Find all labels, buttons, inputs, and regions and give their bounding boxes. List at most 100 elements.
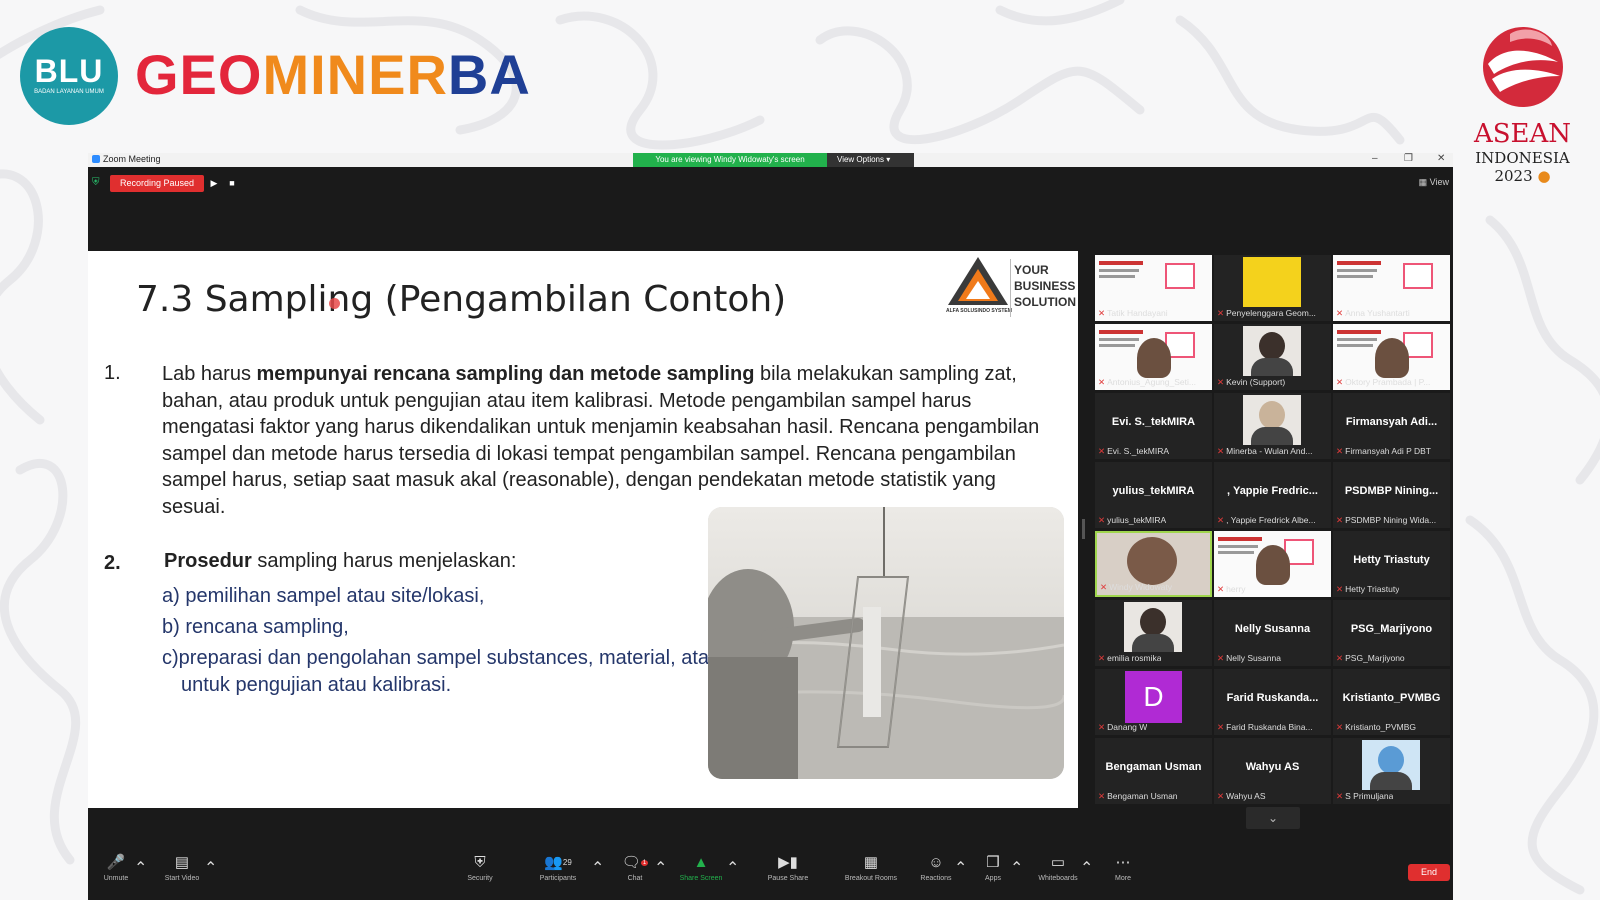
unmute-button[interactable]: 🎤 Unmute bbox=[96, 854, 136, 882]
reactions-button[interactable]: ☺ Reactions bbox=[914, 854, 958, 882]
apps-button[interactable]: ❒ Apps bbox=[978, 854, 1008, 882]
participant-tile[interactable]: PSDMBP Nining... ✕ PSDMBP Nining Wida... bbox=[1333, 462, 1450, 528]
muted-mic-icon: ✕ bbox=[1336, 653, 1344, 663]
participant-video bbox=[1137, 338, 1171, 378]
participant-tile[interactable]: ✕ Oktory Prambada | P... bbox=[1333, 324, 1450, 390]
blu-logo: BLU BADAN LAYANAN UMUM bbox=[20, 27, 118, 125]
logo-divider bbox=[1010, 259, 1011, 317]
share-screen-button[interactable]: ▲ Share Screen bbox=[674, 854, 728, 882]
participant-tile[interactable]: Nelly Susanna ✕ Nelly Susanna bbox=[1214, 600, 1331, 666]
participant-tile[interactable]: PSG_Marjiyono ✕ PSG_Marjiyono bbox=[1333, 600, 1450, 666]
participant-display-name: Kristianto_PVMBG bbox=[1342, 692, 1441, 704]
participant-tile[interactable]: , Yappie Fredric... ✕, Yappie Fredrick Al… bbox=[1214, 462, 1331, 528]
participants-button[interactable]: 👥29 Participants bbox=[528, 854, 588, 882]
participant-tile[interactable]: Hetty Triastuty ✕ Hetty Triastuty bbox=[1333, 531, 1450, 597]
participant-name-label: ✕ Wahyu AS bbox=[1217, 791, 1266, 801]
participant-tile[interactable]: ✕ Antonius_Agung_Seti... bbox=[1095, 324, 1212, 390]
item-number: 1. bbox=[104, 362, 121, 384]
pause-share-button[interactable]: ▶▮ Pause Share bbox=[763, 854, 813, 882]
security-button[interactable]: ⛨ Security bbox=[460, 854, 500, 882]
muted-mic-icon: ✕ bbox=[1217, 308, 1225, 318]
zoom-titlebar: Zoom Meeting You are viewing Windy Widow… bbox=[88, 153, 1453, 167]
reactions-icon: ☺ bbox=[928, 854, 944, 871]
item1-paragraph: Lab harus mempunyai rencana sampling dan… bbox=[162, 363, 1040, 518]
asean-emblem-icon bbox=[1482, 27, 1563, 107]
muted-mic-icon: ✕ bbox=[1217, 515, 1225, 525]
more-button[interactable]: ⋯ More bbox=[1108, 854, 1138, 882]
brand-part-miner: MINER bbox=[262, 43, 448, 106]
slide-title: 7.3 Sampling (Pengambilan Contoh) bbox=[136, 279, 787, 320]
grid-view-icon: ▦ bbox=[1418, 177, 1428, 187]
participant-tile[interactable]: Farid Ruskanda... ✕ Farid Ruskanda Bina... bbox=[1214, 669, 1331, 735]
restore-icon[interactable]: ❐ bbox=[1404, 153, 1413, 164]
participant-name-label: ✕ Windy Widowaty bbox=[1100, 582, 1172, 592]
participant-display-name: PSDMBP Nining... bbox=[1344, 485, 1439, 497]
video-options-caret-icon[interactable]: ⌃ bbox=[204, 858, 217, 878]
participant-tile[interactable]: ✕ emilia rosmika bbox=[1095, 600, 1212, 666]
participant-image bbox=[1243, 326, 1301, 376]
participant-tile[interactable]: ✕ Anna Yushantarti bbox=[1333, 255, 1450, 321]
participant-tile[interactable]: Wahyu AS ✕ Wahyu AS bbox=[1214, 738, 1331, 804]
apps-icon: ❒ bbox=[986, 854, 1000, 871]
close-icon[interactable]: ✕ bbox=[1437, 153, 1445, 164]
muted-mic-icon: ✕ bbox=[1336, 308, 1344, 318]
zoom-window: Zoom Meeting You are viewing Windy Widow… bbox=[88, 153, 1453, 900]
logo-company-name: ALFA SOLUSINDO SYSTEM bbox=[946, 308, 1012, 314]
reactions-caret-icon[interactable]: ⌃ bbox=[954, 858, 967, 878]
chat-button[interactable]: 🗨 1 Chat bbox=[620, 854, 650, 882]
muted-mic-icon: ✕ bbox=[1098, 791, 1106, 801]
participant-display-name: Wahyu AS bbox=[1245, 761, 1300, 773]
participant-tile[interactable]: yulius_tekMIRA ✕ yulius_tekMIRA bbox=[1095, 462, 1212, 528]
participant-tile[interactable]: ✕ Windy Widowaty bbox=[1095, 531, 1212, 597]
chat-caret-icon[interactable]: ⌃ bbox=[654, 858, 667, 878]
blu-logo-text: BLU bbox=[34, 53, 104, 89]
participant-tile[interactable]: Firmansyah Adi... ✕ Firmansyah Adi P DBT bbox=[1333, 393, 1450, 459]
participant-tile[interactable]: D ✕ Danang W bbox=[1095, 669, 1212, 735]
participant-tile[interactable]: ✕ Penyelenggara Geom... bbox=[1214, 255, 1331, 321]
avatar: D bbox=[1125, 671, 1182, 723]
audio-options-caret-icon[interactable]: ⌃ bbox=[134, 858, 147, 878]
whiteboards-caret-icon[interactable]: ⌃ bbox=[1080, 858, 1093, 878]
people-icon: 👥 bbox=[544, 854, 563, 871]
participant-tile[interactable]: Bengaman Usman ✕ Bengaman Usman bbox=[1095, 738, 1212, 804]
participant-tile[interactable]: ✕ Kevin (Support) bbox=[1214, 324, 1331, 390]
whiteboards-button[interactable]: ▭ Whiteboards bbox=[1030, 854, 1086, 882]
participant-tile[interactable]: ✕ Tatik Handayani bbox=[1095, 255, 1212, 321]
participant-name-label: ✕ Penyelenggara Geom... bbox=[1217, 308, 1316, 318]
participant-video bbox=[1256, 545, 1290, 585]
participant-name-label: ✕ yulius_tekMIRA bbox=[1098, 515, 1167, 525]
participant-name-label: ✕ herry bbox=[1217, 584, 1246, 594]
participant-display-name: Evi. S._tekMIRA bbox=[1111, 416, 1196, 428]
muted-mic-icon: 🎤 bbox=[106, 854, 126, 871]
apps-caret-icon[interactable]: ⌃ bbox=[1010, 858, 1023, 878]
shield-icon: ⛨ bbox=[474, 854, 486, 871]
muted-mic-icon: ✕ bbox=[1100, 582, 1108, 592]
view-options-button[interactable]: View Options ▾ bbox=[827, 153, 914, 167]
gallery-scroll-down-button[interactable]: ⌄ bbox=[1246, 807, 1300, 829]
resume-recording-icon[interactable]: ▶ bbox=[206, 175, 222, 192]
participant-tile[interactable]: ✕ S Primuljana bbox=[1333, 738, 1450, 804]
participant-tile[interactable]: ✕ Minerba - Wulan And... bbox=[1214, 393, 1331, 459]
gallery-resize-handle[interactable] bbox=[1082, 519, 1085, 539]
breakout-rooms-button[interactable]: ▦ Breakout Rooms bbox=[836, 854, 906, 882]
participant-tile[interactable]: ✕ herry bbox=[1214, 531, 1331, 597]
window-title: Zoom Meeting bbox=[92, 154, 161, 164]
muted-mic-icon: ✕ bbox=[1336, 446, 1344, 456]
participant-name-label: ✕ Kevin (Support) bbox=[1217, 377, 1286, 387]
participants-caret-icon[interactable]: ⌃ bbox=[591, 858, 604, 878]
participant-image bbox=[1243, 257, 1301, 307]
stop-recording-icon[interactable]: ■ bbox=[224, 175, 240, 192]
sampling-photo bbox=[708, 507, 1064, 779]
participant-name-label: ✕ Firmansyah Adi P DBT bbox=[1336, 446, 1431, 456]
participant-tile[interactable]: Kristianto_PVMBG ✕ Kristianto_PVMBG bbox=[1333, 669, 1450, 735]
share-caret-icon[interactable]: ⌃ bbox=[726, 858, 739, 878]
start-video-button[interactable]: ▤ Start Video bbox=[158, 854, 206, 882]
recording-bar: ⛨ Recording Paused ▶ ■ ▦ View bbox=[88, 167, 1453, 197]
sub-item-b: b) rencana sampling, bbox=[162, 616, 349, 638]
minimize-icon[interactable]: – bbox=[1372, 153, 1378, 164]
participant-tile[interactable]: Evi. S._tekMIRA ✕ Evi. S._tekMIRA bbox=[1095, 393, 1212, 459]
view-button[interactable]: ▦ View bbox=[1419, 177, 1449, 188]
item-number: 2. bbox=[104, 552, 121, 574]
alfa-company-logo: ALFA SOLUSINDO SYSTEM YOUR BUSINESS SOLU… bbox=[946, 255, 1076, 317]
end-meeting-button[interactable]: End bbox=[1408, 864, 1450, 881]
